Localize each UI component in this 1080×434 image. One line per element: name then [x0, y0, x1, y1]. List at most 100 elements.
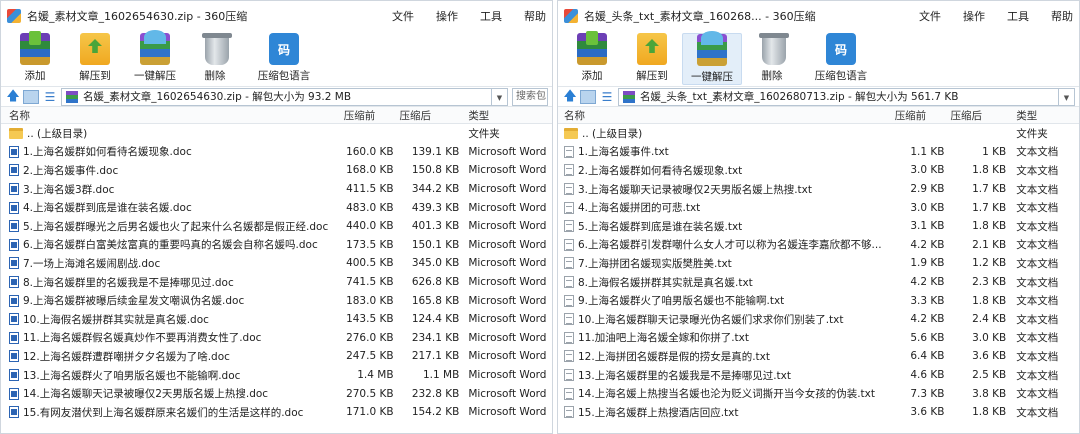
file-row[interactable]: 6.上海名媛群白富美炫富真的重要吗真的名媛会自称名媛吗.doc 173.5 KB 1… — [1, 236, 552, 255]
archive-language-button[interactable]: 码 压缩包语言 — [245, 33, 323, 83]
list-view-icon[interactable]: ☰ — [600, 89, 614, 105]
delete-button[interactable]: 删除 — [185, 33, 245, 83]
file-name-cell: 6.上海名媛群引发群嘲什么女人才可以称为名媛连李嘉欣都不够... — [558, 237, 889, 252]
doc-file-icon — [9, 183, 19, 196]
file-row[interactable]: 11.上海名媛群假名媛真炒作不要再消费女性了.doc 276.0 KB 234.1 … — [1, 329, 552, 348]
file-type: Microsoft Word — [468, 313, 547, 326]
file-row[interactable]: 14.上海名媛聊天记录被曝仅2天男版名媛上热搜.doc 270.5 KB 232.8… — [1, 384, 552, 403]
file-name-cell: 14.上海名媛聊天记录被曝仅2天男版名媛上热搜.doc — [1, 386, 338, 401]
file-name: 14.上海名媛聊天记录被曝仅2天男版名媛上热搜.doc — [23, 388, 269, 401]
col-type[interactable]: 类型 — [1006, 108, 1079, 123]
col-type[interactable]: 类型 — [459, 108, 552, 123]
file-row[interactable]: 1.上海名媛群如何看待名媛现象.doc 160.0 KB 139.1 KB Micro… — [1, 143, 552, 162]
file-name-cell: 2.上海名媛事件.doc — [1, 163, 338, 178]
menu-file[interactable]: 文件 — [919, 8, 941, 24]
add-button[interactable]: 添加 — [562, 31, 622, 83]
file-name: 10.上海假名媛拼群其实就是真名媛.doc — [23, 313, 209, 326]
chevron-down-icon[interactable]: ▼ — [492, 87, 508, 106]
drive-icon[interactable] — [580, 89, 596, 104]
file-row[interactable]: 12.上海拼团名媛群是假的捞女是真的.txt 6.4 KB 3.6 KB 文本文档 — [558, 347, 1079, 366]
file-list: .. (上级目录) 文件夹 1.上海名媛事件.txt 1.1 KB 1 KB 文本文档 2.… — [558, 124, 1079, 422]
extract-to-button[interactable]: 解压到 — [65, 33, 125, 83]
menu-file[interactable]: 文件 — [392, 8, 414, 24]
file-type: Microsoft Word — [468, 276, 547, 289]
file-row[interactable]: 10.上海假名媛拼群其实就是真名媛.doc 143.5 KB 124.4 KB Mic… — [1, 310, 552, 329]
menu-tools[interactable]: 工具 — [480, 8, 502, 24]
archive-path-field[interactable]: 名媛_头条_txt_素材文章_1602680713.zip - 解包大小为 56… — [618, 87, 1059, 106]
file-name-cell: 4.上海名媛拼团的可悲.txt — [558, 200, 889, 215]
col-name[interactable]: 名称 — [1, 108, 338, 123]
file-row[interactable]: 13.上海名媛群里的名媛我是不是捧哪见过.txt 4.6 KB 2.5 KB 文本文档 — [558, 366, 1079, 385]
menu-operate[interactable]: 操作 — [436, 8, 458, 24]
archive-language-button[interactable]: 码 压缩包语言 — [802, 33, 880, 83]
file-row[interactable]: 4.上海名媛拼团的可悲.txt 3.0 KB 1.7 KB 文本文档 — [558, 198, 1079, 217]
file-type: 文本文档 — [1016, 202, 1059, 215]
file-row[interactable]: 15.上海名媛群上热搜酒店回应.txt 3.6 KB 1.8 KB 文本文档 — [558, 403, 1079, 422]
col-original[interactable]: 压缩后 — [394, 108, 460, 123]
title-bar[interactable]: 名媛_头条_txt_素材文章_160268... - 360压缩 文件 操作 工… — [558, 1, 1079, 31]
file-row[interactable]: 6.上海名媛群引发群嘲什么女人才可以称为名媛连李嘉欣都不够... 4.2 KB 2.… — [558, 236, 1079, 255]
txt-file-icon — [564, 350, 574, 363]
delete-button[interactable]: 删除 — [742, 33, 802, 83]
up-arrow-icon[interactable]: 🡅 — [562, 89, 578, 105]
txt-file-icon — [564, 294, 574, 307]
file-name-cell: 14.上海名媛上热搜当名媛也沦为贬义词撕开当今女孩的伪装.txt — [558, 386, 889, 401]
menu-tools[interactable]: 工具 — [1007, 8, 1029, 24]
file-row[interactable]: 7.上海拼团名媛现实版樊胜美.txt 1.9 KB 1.2 KB 文本文档 — [558, 254, 1079, 273]
file-row[interactable]: 8.上海名媛群里的名媛我是不是捧哪见过.doc 741.5 KB 626.8 KB M… — [1, 273, 552, 292]
toolbar: 添加 解压到 一键解压 删除 码 压缩包语言 — [558, 31, 1079, 86]
compressed-size: 1.4 MB — [357, 369, 394, 382]
file-row[interactable]: 8.上海假名媛拼群其实就是真名媛.txt 4.2 KB 2.3 KB 文本文档 — [558, 273, 1079, 292]
file-row[interactable]: 3.上海名媛聊天记录被曝仅2天男版名媛上热搜.txt 2.9 KB 1.7 KB 文本… — [558, 180, 1079, 199]
file-row[interactable]: 5.上海名媛群到底是谁在装名媛.txt 3.1 KB 1.8 KB 文本文档 — [558, 217, 1079, 236]
file-type: 文本文档 — [1016, 183, 1059, 196]
file-row[interactable]: 5.上海名媛群曝光之后男名媛也火了起来什么名媛都是假正经.doc 440.0 KB… — [1, 217, 552, 236]
up-arrow-icon[interactable]: 🡅 — [5, 89, 21, 105]
file-row[interactable]: 2.上海名媛群如何看待名媛现象.txt 3.0 KB 1.8 KB 文本文档 — [558, 161, 1079, 180]
compressed-size: 3.0 KB — [910, 201, 945, 214]
file-row[interactable]: 12.上海名媛群遭群嘲拼夕夕名媛为了啥.doc 247.5 KB 217.1 KB M… — [1, 347, 552, 366]
title-bar[interactable]: 名媛_素材文章_1602654630.zip - 360压缩 文件 操作 工具 … — [1, 1, 552, 31]
original-size: 150.8 KB — [411, 164, 460, 177]
file-type: 文本文档 — [1016, 220, 1059, 233]
file-row[interactable]: 7.一场上海滩名媛闹剧战.doc 400.5 KB 345.0 KB Microsof… — [1, 254, 552, 273]
one-click-extract-button[interactable]: 一键解压 — [125, 30, 185, 83]
col-compressed[interactable]: 压缩前 — [338, 108, 394, 123]
archive-path-field[interactable]: 名媛_素材文章_1602654630.zip - 解包大小为 93.2 MB — [61, 87, 492, 106]
col-original[interactable]: 压缩后 — [944, 108, 1006, 123]
file-row[interactable]: 14.上海名媛上热搜当名媛也沦为贬义词撕开当今女孩的伪装.txt 7.3 KB 3.… — [558, 384, 1079, 403]
menu-operate[interactable]: 操作 — [963, 8, 985, 24]
file-row[interactable]: 4.上海名媛群到底是谁在装名媛.doc 483.0 KB 439.3 KB Micro… — [1, 198, 552, 217]
original-size: 1.2 KB — [972, 257, 1007, 270]
one-click-extract-button[interactable]: 一键解压 — [682, 31, 742, 85]
col-compressed[interactable]: 压缩前 — [889, 108, 945, 123]
file-row[interactable]: 10.上海名媛群聊天记录曝光伪名媛们求求你们别装了.txt 4.2 KB 2.4 K… — [558, 310, 1079, 329]
chevron-down-icon[interactable]: ▼ — [1059, 87, 1075, 106]
compressed-size: 3.1 KB — [910, 220, 945, 233]
menu-help[interactable]: 帮助 — [524, 8, 546, 24]
file-row[interactable]: 15.有网友潜伏到上海名媛群原来名媛们的生活是这样的.doc 171.0 KB 15… — [1, 403, 552, 422]
file-type: 文本文档 — [1016, 276, 1059, 289]
file-row[interactable]: 3.上海名媛3群.doc 411.5 KB 344.2 KB Microsoft Wo… — [1, 180, 552, 199]
original-size: 232.8 KB — [411, 387, 460, 400]
file-row[interactable]: 1.上海名媛事件.txt 1.1 KB 1 KB 文本文档 — [558, 143, 1079, 162]
file-row[interactable]: 13.上海名媛群火了咱男版名媛也不能输啊.doc 1.4 MB 1.1 MB Micr… — [1, 366, 552, 385]
file-row[interactable]: 9.上海名媛群火了咱男版名媛也不能输啊.txt 3.3 KB 1.8 KB 文本文档 — [558, 291, 1079, 310]
file-row[interactable]: 11.加油吧上海名媛全嫁和你拼了.txt 5.6 KB 3.0 KB 文本文档 — [558, 329, 1079, 348]
add-button[interactable]: 添加 — [5, 31, 65, 83]
file-row[interactable]: 9.上海名媛群被曝后续金星发文嘲讽伪名媛.doc 183.0 KB 165.8 KB… — [1, 291, 552, 310]
menu-help[interactable]: 帮助 — [1051, 8, 1073, 24]
col-name[interactable]: 名称 — [558, 108, 889, 123]
drive-icon[interactable] — [23, 89, 39, 104]
file-row[interactable]: .. (上级目录) 文件夹 — [558, 124, 1079, 143]
list-view-icon[interactable]: ☰ — [43, 89, 57, 105]
file-row[interactable]: 2.上海名媛事件.doc 168.0 KB 150.8 KB Microsoft Wo… — [1, 161, 552, 180]
file-name: 15.上海名媛群上热搜酒店回应.txt — [578, 406, 739, 419]
file-name: 12.上海拼团名媛群是假的捞女是真的.txt — [578, 350, 770, 363]
search-input[interactable]: 搜索包 — [512, 87, 548, 106]
file-row[interactable]: .. (上级目录) 文件夹 — [1, 124, 552, 143]
txt-file-icon — [564, 313, 574, 326]
doc-file-icon — [9, 406, 19, 419]
file-type: Microsoft Word — [468, 350, 547, 363]
extract-to-button[interactable]: 解压到 — [622, 33, 682, 83]
